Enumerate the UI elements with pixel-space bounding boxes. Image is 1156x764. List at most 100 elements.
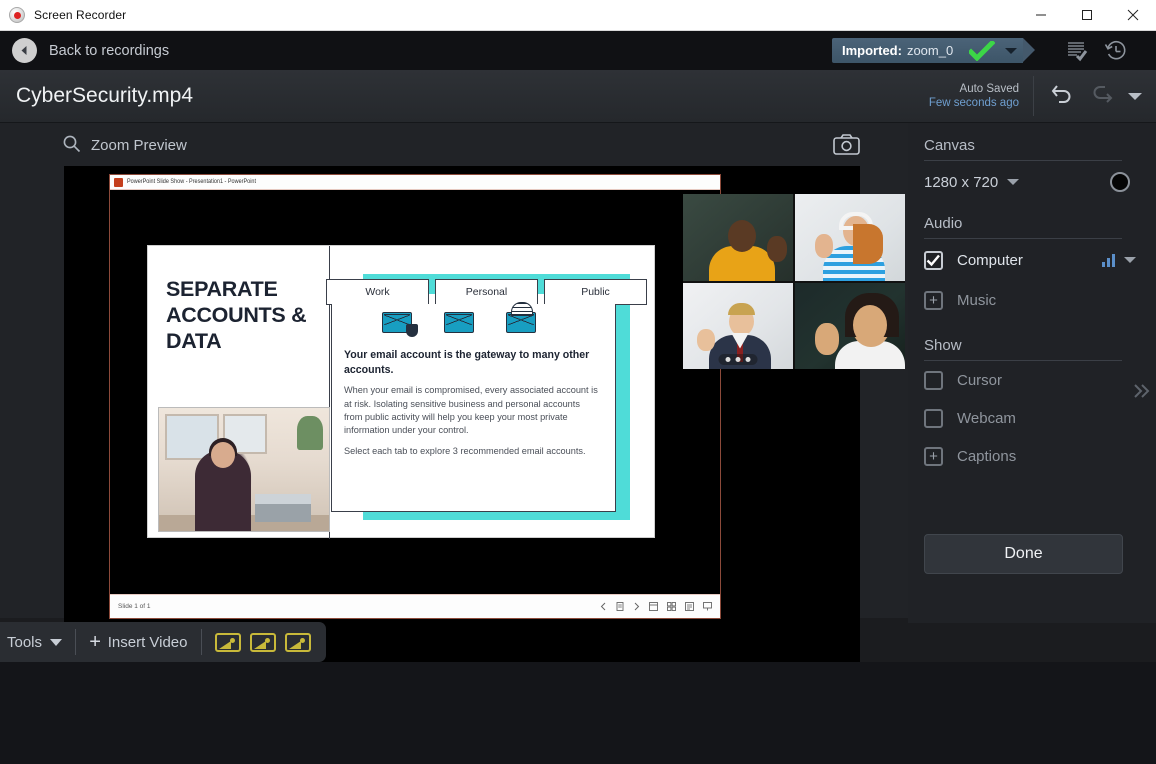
show-section-title: Show [924,337,1156,354]
chevron-down-icon[interactable] [1007,179,1019,185]
screen-recorder-window: Screen Recorder Back to recordings Impor… [0,0,1156,764]
chevron-down-icon[interactable] [1128,93,1142,100]
next-arrow-icon[interactable] [633,598,640,616]
checkbox-checked-icon[interactable] [924,251,943,270]
slide-right-column: Work Personal Public [331,246,656,539]
audio-item-music[interactable]: + Music [908,281,1156,319]
insert-video-button[interactable]: + Insert Video [89,631,187,654]
checkbox-empty-icon[interactable] [924,409,943,428]
powerpoint-title-bar: PowerPoint Slide Show - Presentation1 - … [110,175,720,190]
audio-music-label: Music [957,292,996,309]
magnifier-icon [62,134,81,158]
autosave-status: Auto Saved Few seconds ago [929,82,1019,111]
plus-box-icon[interactable]: + [924,447,943,466]
preview-panel: Zoom Preview PowerPoint Slide Show - Pre… [0,123,908,618]
plus-box-icon[interactable]: + [924,291,943,310]
webcam-grid [683,194,905,369]
participant-tile-4 [795,283,905,370]
mail-plain-icon [444,312,474,333]
present-view-icon[interactable] [703,598,712,616]
show-item-webcam[interactable]: Webcam [908,399,1156,437]
webcam-dots-icon [719,354,758,365]
pen-menu-icon[interactable] [616,598,624,616]
history-clock-icon[interactable] [1103,38,1129,64]
zoom-preview-header: Zoom Preview [0,123,908,168]
record-circle-icon[interactable] [1110,172,1130,192]
autosave-time: Few seconds ago [929,96,1019,110]
tools-menu-button[interactable]: Tools [7,634,62,651]
slide-tab-public[interactable]: Public [544,279,647,305]
audio-levels-icon[interactable] [1102,254,1115,267]
toolbar-divider [75,629,76,655]
grid-view-icon[interactable] [667,598,676,616]
undo-redo-group [1034,83,1156,110]
tools-label: Tools [7,634,42,651]
zoom-preview-label: Zoom Preview [91,137,187,154]
show-webcam-label: Webcam [957,410,1016,427]
notes-view-icon[interactable] [685,598,694,616]
canvas-resolution-row[interactable]: 1280 x 720 [908,161,1156,203]
plus-icon: + [89,631,101,654]
notes-checklist-icon[interactable] [1063,38,1089,64]
audio-computer-label: Computer [957,252,1023,269]
window-controls [1018,0,1156,31]
show-cursor-label: Cursor [957,372,1002,389]
redo-arrow-icon[interactable] [1089,83,1114,110]
checkbox-empty-icon[interactable] [924,371,943,390]
slide-tab-work[interactable]: Work [326,279,429,305]
slide-paragraph: When your email is compromised, every as… [344,384,600,437]
slide-title: SEPARATE ACCOUNTS & DATA [166,276,316,355]
show-captions-label: Captions [957,448,1016,465]
file-name: CyberSecurity.mp4 [16,84,193,108]
slide-instruction: Select each tab to explore 3 recommended… [344,445,600,458]
back-arrow-icon[interactable] [12,38,37,63]
show-item-cursor[interactable]: Cursor [908,361,1156,399]
cyan-accent-right [614,274,630,520]
video-thumb-icon-3[interactable] [285,633,311,652]
slide-tabs: Work Personal Public [331,279,656,305]
mail-open-icon [506,312,536,333]
chevron-down-icon [50,639,62,646]
video-thumbnail-group [215,633,311,652]
powerpoint-canvas: SEPARATE ACCOUNTS & DATA [110,190,720,594]
participant-tile-2 [795,194,905,281]
slide-number: Slide 1 of 1 [118,603,151,610]
file-header-bar: CyberSecurity.mp4 Auto Saved Few seconds… [0,70,1156,123]
audio-section-title: Audio [924,215,1156,232]
video-thumb-icon-2[interactable] [250,633,276,652]
powerpoint-window: PowerPoint Slide Show - Presentation1 - … [109,174,721,619]
prev-arrow-icon[interactable] [600,598,607,616]
canvas-resolution-value: 1280 x 720 [924,174,998,191]
done-button[interactable]: Done [924,534,1123,574]
woman-on-phone-photo [158,407,330,532]
double-chevron-right-icon[interactable] [1132,382,1152,405]
green-check-icon [969,41,995,61]
os-title-bar: Screen Recorder [0,0,1156,31]
slide-panel: Your email account is the gateway to man… [331,304,616,512]
slide-headline: Your email account is the gateway to man… [344,348,600,377]
mail-shield-icon [382,312,412,333]
close-button[interactable] [1110,0,1156,31]
slide-left-column: SEPARATE ACCOUNTS & DATA [148,246,330,539]
undo-arrow-icon[interactable] [1050,83,1075,110]
camera-snapshot-icon[interactable] [833,134,860,160]
app-title: Screen Recorder [34,8,126,22]
powerpoint-status-icons [600,598,712,616]
imported-badge[interactable]: Imported: zoom_0 [832,38,1023,63]
insert-video-label: Insert Video [108,634,188,651]
participant-tile-3 [683,283,793,370]
record-dot-icon [9,7,25,23]
minimize-button[interactable] [1018,0,1064,31]
chevron-down-icon[interactable] [1005,48,1017,54]
timeline-panel[interactable]: 4:35.88 02m4m6m8m10m12m14m16m18m20m22m24… [0,662,1156,764]
powerpoint-app-icon [114,178,123,187]
back-to-recordings-link[interactable]: Back to recordings [49,43,169,59]
video-thumb-icon-1[interactable] [215,633,241,652]
slide-content: SEPARATE ACCOUNTS & DATA [147,245,655,538]
maximize-button[interactable] [1064,0,1110,31]
slide-layout-icon[interactable] [649,598,658,616]
imported-value: zoom_0 [907,43,953,58]
show-item-captions[interactable]: + Captions [908,437,1156,475]
audio-item-computer[interactable]: Computer [908,239,1156,281]
chevron-down-icon[interactable] [1124,257,1136,263]
